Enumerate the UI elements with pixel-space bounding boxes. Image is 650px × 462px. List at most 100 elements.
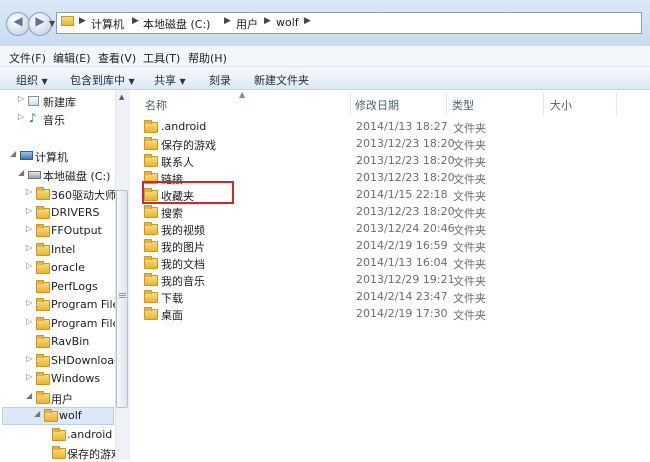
expand-arrow-icon[interactable]: ▷ bbox=[26, 372, 32, 381]
menu-tools[interactable]: 工具(T) bbox=[143, 50, 180, 66]
share-button[interactable]: 共享 ▼ bbox=[154, 72, 186, 88]
file-row[interactable]: 我的文档 2014/1/13 16:04 文件夹 bbox=[130, 255, 650, 272]
nav-scrollbar-thumb[interactable] bbox=[116, 190, 128, 408]
file-name: 我的音乐 bbox=[161, 275, 205, 288]
annotation-highlight-box bbox=[142, 181, 234, 204]
nav-label: 新建库 bbox=[43, 96, 76, 109]
file-name: 搜索 bbox=[161, 207, 183, 220]
file-row[interactable]: .android 2014/1/13 18:27 文件夹 bbox=[130, 119, 650, 136]
back-arrow-icon: ◀ bbox=[13, 14, 23, 28]
folder-icon bbox=[144, 256, 158, 269]
file-type: 文件夹 bbox=[453, 224, 486, 237]
collapse-arrow-icon[interactable]: ◢ bbox=[34, 409, 40, 418]
file-row[interactable]: 保存的游戏 2013/12/23 18:20 文件夹 bbox=[130, 136, 650, 153]
file-row[interactable]: 我的音乐 2013/12/29 19:21 文件夹 bbox=[130, 272, 650, 289]
folder-icon bbox=[52, 428, 66, 441]
breadcrumb-users[interactable]: 用户 bbox=[236, 16, 258, 32]
include-in-library-button[interactable]: 包含到库中 ▼ bbox=[70, 72, 135, 88]
column-header-name[interactable]: 名称 bbox=[145, 97, 167, 113]
column-header-date[interactable]: 修改日期 bbox=[355, 97, 399, 113]
file-date: 2013/12/23 18:20 bbox=[356, 205, 455, 218]
file-type: 文件夹 bbox=[453, 190, 486, 203]
organize-label: 组织 bbox=[16, 74, 38, 87]
file-date: 2014/2/14 23:47 bbox=[356, 290, 448, 303]
menu-view[interactable]: 查看(V) bbox=[98, 50, 136, 66]
nav-label: PerfLogs bbox=[51, 280, 98, 293]
expand-arrow-icon[interactable]: ▷ bbox=[26, 187, 32, 196]
sort-ascending-icon: ▲ bbox=[239, 90, 246, 99]
library-icon bbox=[28, 96, 39, 106]
folder-icon bbox=[144, 137, 158, 150]
file-row[interactable]: 我的图片 2014/2/19 16:59 文件夹 bbox=[130, 238, 650, 255]
folder-icon bbox=[36, 187, 50, 200]
file-date: 2013/12/29 19:21 bbox=[356, 273, 455, 286]
breadcrumb-separator-icon[interactable]: ▶ bbox=[132, 16, 139, 26]
organize-button[interactable]: 组织 ▼ bbox=[16, 72, 48, 88]
file-row[interactable]: 搜索 2013/12/23 18:20 文件夹 bbox=[130, 204, 650, 221]
breadcrumb-separator-icon[interactable]: ▶ bbox=[264, 16, 271, 26]
file-type: 文件夹 bbox=[453, 275, 486, 288]
folder-icon bbox=[36, 391, 50, 404]
file-name: 我的图片 bbox=[161, 241, 205, 254]
file-row[interactable]: 桌面 2014/2/19 17:30 文件夹 bbox=[130, 306, 650, 323]
file-name: 下载 bbox=[161, 292, 183, 305]
collapse-arrow-icon[interactable]: ◢ bbox=[10, 149, 16, 158]
column-divider[interactable] bbox=[350, 92, 351, 116]
nav-label: Windows bbox=[51, 372, 101, 385]
column-divider[interactable] bbox=[446, 92, 447, 116]
folder-icon bbox=[36, 243, 50, 256]
recent-pages-dropdown-icon[interactable]: ▼ bbox=[49, 19, 55, 28]
nav-label: DRIVERS bbox=[51, 206, 100, 219]
scroll-up-arrow-icon[interactable]: ▲ bbox=[119, 93, 124, 101]
breadcrumb-wolf[interactable]: wolf bbox=[276, 16, 299, 29]
file-type: 文件夹 bbox=[453, 309, 486, 322]
file-row[interactable]: 联系人 2013/12/23 18:20 文件夹 bbox=[130, 153, 650, 170]
file-date: 2014/1/13 18:27 bbox=[356, 120, 448, 133]
file-date: 2013/12/24 20:46 bbox=[356, 222, 455, 235]
nav-label: 计算机 bbox=[35, 151, 68, 164]
breadcrumb-local-disk[interactable]: 本地磁盘 (C:) bbox=[143, 16, 210, 32]
nav-label: RavBin bbox=[51, 335, 90, 348]
column-divider[interactable] bbox=[616, 92, 617, 116]
expand-arrow-icon[interactable]: ▷ bbox=[26, 317, 32, 326]
column-divider[interactable] bbox=[543, 92, 544, 116]
menu-edit[interactable]: 编辑(E) bbox=[53, 50, 91, 66]
file-name: 联系人 bbox=[161, 156, 194, 169]
menu-help[interactable]: 帮助(H) bbox=[188, 50, 227, 66]
back-button[interactable]: ◀ bbox=[6, 12, 30, 36]
breadcrumb-separator-icon[interactable]: ▶ bbox=[224, 16, 231, 26]
expand-arrow-icon[interactable]: ▷ bbox=[26, 206, 32, 215]
collapse-arrow-icon[interactable]: ◢ bbox=[18, 168, 24, 177]
file-date: 2013/12/23 18:20 bbox=[356, 171, 455, 184]
file-name: 我的文档 bbox=[161, 258, 205, 271]
dropdown-arrow-icon: ▼ bbox=[41, 77, 48, 86]
nav-label: Program Files bbox=[51, 317, 126, 330]
folder-icon bbox=[36, 280, 50, 293]
file-row[interactable]: 下载 2014/2/14 23:47 文件夹 bbox=[130, 289, 650, 306]
expand-arrow-icon[interactable]: ▷ bbox=[26, 354, 32, 363]
address-field[interactable]: ▶ 计算机 ▶ 本地磁盘 (C:) ▶ 用户 ▶ wolf ▶ bbox=[56, 12, 642, 34]
breadcrumb-separator-icon[interactable]: ▶ bbox=[79, 16, 86, 26]
expand-arrow-icon[interactable]: ▷ bbox=[26, 261, 32, 270]
folder-icon bbox=[36, 354, 50, 367]
nav-label: Program Files bbox=[51, 298, 126, 311]
expand-arrow-icon[interactable]: ▷ bbox=[18, 94, 24, 103]
breadcrumb-computer[interactable]: 计算机 bbox=[91, 16, 124, 32]
expand-arrow-icon[interactable]: ▷ bbox=[26, 298, 32, 307]
expand-arrow-icon[interactable]: ▷ bbox=[26, 243, 32, 252]
nav-label: 音乐 bbox=[43, 114, 65, 127]
column-header-type[interactable]: 类型 bbox=[452, 97, 474, 113]
file-type: 文件夹 bbox=[453, 122, 486, 135]
folder-icon bbox=[144, 273, 158, 286]
collapse-arrow-icon[interactable]: ◢ bbox=[26, 391, 32, 400]
column-header-size[interactable]: 大小 bbox=[550, 97, 572, 113]
menu-file[interactable]: 文件(F) bbox=[9, 50, 46, 66]
file-row[interactable]: 我的视频 2013/12/24 20:46 文件夹 bbox=[130, 221, 650, 238]
expand-arrow-icon[interactable]: ▷ bbox=[18, 112, 24, 121]
breadcrumb-separator-icon[interactable]: ▶ bbox=[304, 16, 311, 26]
expand-arrow-icon[interactable]: ▷ bbox=[26, 224, 32, 233]
folder-icon bbox=[44, 409, 58, 422]
new-folder-button[interactable]: 新建文件夹 bbox=[254, 72, 309, 88]
burn-button[interactable]: 刻录 bbox=[209, 72, 231, 88]
menu-bar: 文件(F) 编辑(E) 查看(V) 工具(T) 帮助(H) bbox=[0, 46, 650, 67]
